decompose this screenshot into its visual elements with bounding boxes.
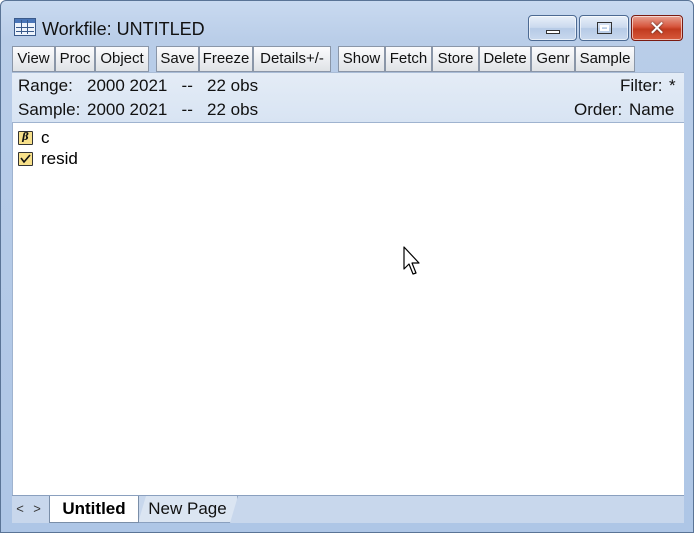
order-value: Name	[629, 100, 675, 119]
minimize-icon	[546, 30, 560, 34]
genr-button[interactable]: Genr	[531, 46, 575, 72]
workfile-info-panel[interactable]: Range: 2000 2021 -- 22 obs Sample: 2000 …	[12, 72, 684, 122]
sample-label: Sample:	[18, 100, 81, 119]
series-icon	[18, 152, 33, 166]
range-label: Range:	[18, 76, 73, 95]
sample-button[interactable]: Sample	[575, 46, 635, 72]
details-button[interactable]: Details+/-	[253, 46, 331, 72]
minimize-button[interactable]	[528, 15, 577, 41]
fetch-button[interactable]: Fetch	[385, 46, 432, 72]
tab-scroll-right-icon[interactable]: >	[30, 501, 44, 516]
object-label: c	[41, 128, 50, 147]
show-button[interactable]: Show	[338, 46, 385, 72]
order-label: Order:	[574, 100, 623, 119]
object-label: resid	[41, 149, 78, 168]
store-button[interactable]: Store	[432, 46, 479, 72]
freeze-button[interactable]: Freeze	[199, 46, 253, 72]
object-button[interactable]: Object	[95, 46, 149, 72]
tab-untitled[interactable]: Untitled	[49, 496, 139, 523]
workfile-toolbar: View Proc Object Save Freeze Details+/- …	[12, 46, 684, 72]
title-bar[interactable]: Workfile: UNTITLED ✕	[1, 1, 693, 43]
save-button[interactable]: Save	[156, 46, 199, 72]
tab-scroll-left-icon[interactable]: <	[13, 501, 27, 516]
workfile-icon	[14, 18, 36, 36]
workfile-window: Workfile: UNTITLED ✕ View Proc Object Sa…	[0, 0, 694, 533]
mouse-pointer-icon	[403, 246, 420, 275]
proc-button[interactable]: Proc	[55, 46, 95, 72]
coefficient-vector-icon: β	[18, 131, 33, 145]
maximize-button[interactable]	[579, 15, 629, 41]
close-button[interactable]: ✕	[631, 15, 683, 41]
workfile-object-list[interactable]: β c resid	[12, 122, 684, 495]
maximize-icon	[597, 22, 612, 34]
filter-value: *	[669, 76, 676, 95]
page-tab-bar: < > New Page Untitled	[12, 495, 684, 523]
view-button[interactable]: View	[12, 46, 55, 72]
delete-button[interactable]: Delete	[479, 46, 531, 72]
range-value: 2000 2021 -- 22 obs	[87, 76, 259, 95]
window-title: Workfile: UNTITLED	[42, 19, 205, 39]
close-icon: ✕	[648, 16, 666, 40]
tab-new-page[interactable]: New Page	[138, 496, 238, 523]
filter-label: Filter:	[620, 76, 663, 95]
sample-value: 2000 2021 -- 22 obs	[87, 100, 259, 119]
